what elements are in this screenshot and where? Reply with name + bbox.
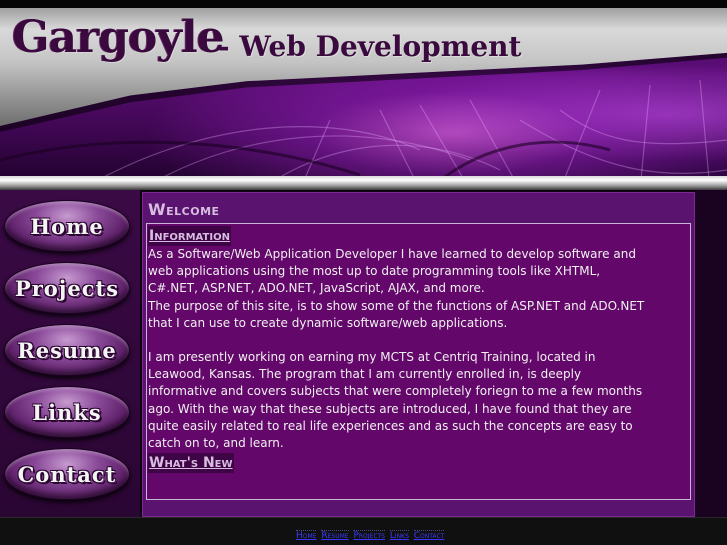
footer-links: Home Resume Projects Links Contact — [296, 530, 446, 541]
nav-label-home: Home — [30, 213, 104, 239]
sidebar-nav: Home Projects Resume Links Contact — [0, 190, 140, 517]
footer: Home Resume Projects Links Contact — [0, 517, 727, 545]
section-title-information: Information — [148, 226, 231, 246]
site-title: Gargoyle — [12, 12, 225, 63]
info-paragraph-2: The purpose of this site, is to show som… — [148, 298, 645, 330]
nav-label-projects: Projects — [14, 275, 120, 301]
nav-label-contact: Contact — [17, 461, 117, 487]
nav-label-resume: Resume — [17, 337, 117, 363]
site-subtitle: - Web Development — [218, 30, 522, 63]
header-banner: Gargoyle - Web Development — [0, 0, 727, 190]
nav-button-projects[interactable]: Projects — [4, 262, 130, 314]
content-panel: Information As a Software/Web Applicatio… — [146, 223, 691, 500]
banner-divider-bar — [0, 176, 727, 190]
nav-button-home[interactable]: Home — [4, 200, 130, 252]
footer-link-links[interactable]: Links — [389, 530, 409, 541]
banner-top-strip — [0, 0, 727, 8]
page: Gargoyle - Web Development Home Projects… — [0, 0, 727, 545]
footer-link-contact[interactable]: Contact — [413, 530, 445, 541]
footer-link-home[interactable]: Home — [296, 530, 317, 541]
info-paragraph-1: As a Software/Web Application Developer … — [148, 247, 636, 296]
nav-button-contact[interactable]: Contact — [4, 448, 130, 500]
right-gutter — [695, 190, 727, 517]
section-title-whats-new: What's New — [148, 453, 234, 474]
page-heading: Welcome — [148, 200, 220, 219]
nav-button-links[interactable]: Links — [4, 386, 130, 438]
main-content: Welcome Information As a Software/Web Ap… — [142, 192, 695, 517]
nav-button-resume[interactable]: Resume — [4, 324, 130, 376]
footer-link-projects[interactable]: Projects — [353, 530, 385, 541]
nav-label-links: Links — [32, 399, 102, 425]
footer-link-resume[interactable]: Resume — [321, 530, 349, 541]
info-paragraph-3: I am presently working on earning my MCT… — [148, 350, 643, 451]
